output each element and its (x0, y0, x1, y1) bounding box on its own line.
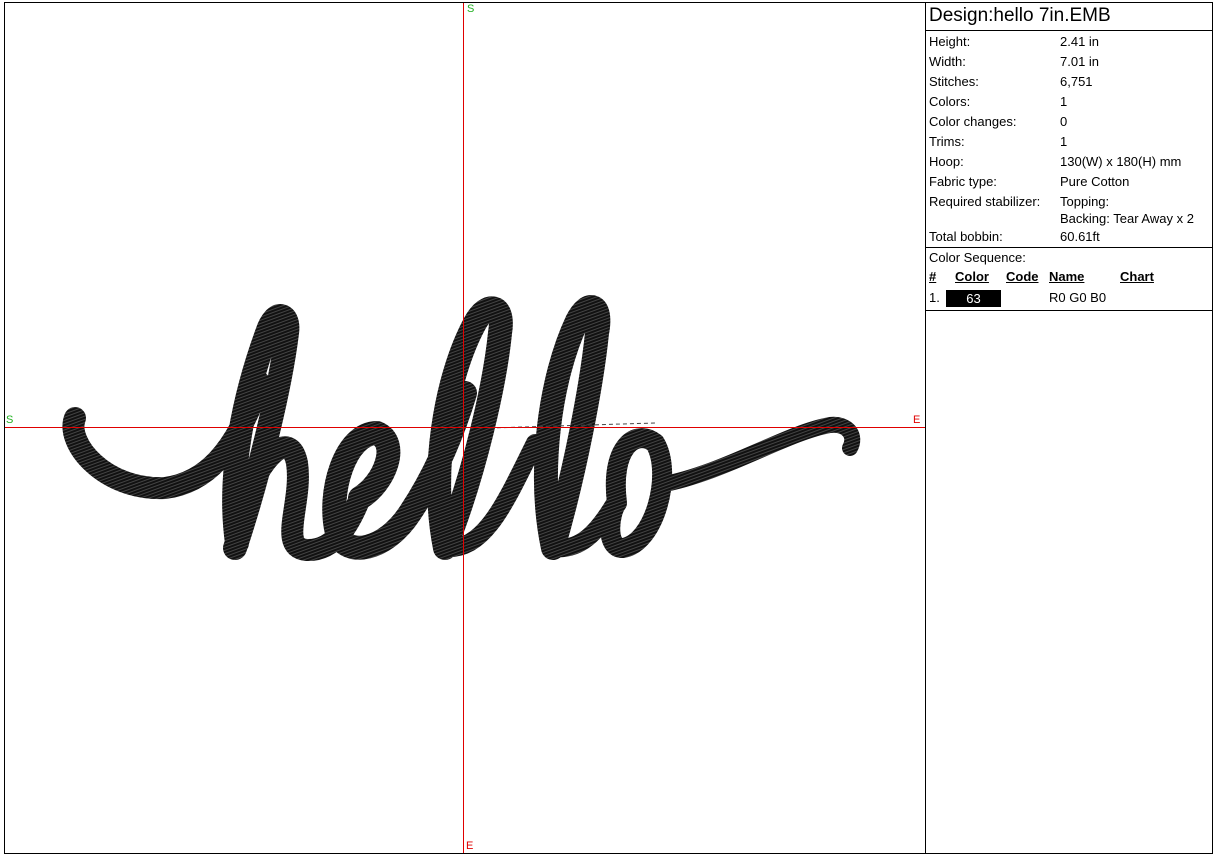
property-row-width: Width: 7.01 in (926, 52, 1212, 72)
property-row-color-changes: Color changes: 0 (926, 112, 1212, 132)
design-title: Design:hello 7in.EMB (926, 3, 1212, 31)
design-canvas: hello S S E E (5, 3, 925, 853)
property-row-stabilizer: Required stabilizer: Topping: Backing: T… (926, 192, 1212, 227)
property-value: 60.61ft (1060, 229, 1100, 244)
property-value: 0 (1060, 114, 1068, 129)
property-label: Hoop: (929, 154, 964, 169)
property-label: Total bobbin: (929, 229, 1003, 244)
property-value: 2.41 in (1060, 34, 1100, 49)
property-value: 1 (1060, 94, 1068, 109)
property-label: Stitches: (929, 74, 979, 89)
property-label: Trims: (929, 134, 965, 149)
property-value: Pure Cotton (1060, 174, 1130, 189)
design-info-panel: Design:hello 7in.EMB Height: 2.41 in Wid… (925, 3, 1212, 853)
property-value: Topping: Backing: Tear Away x 2 (1060, 192, 1212, 227)
property-value: 1 (1060, 134, 1068, 149)
stabilizer-topping: Topping: (1060, 194, 1110, 209)
property-row-fabric-type: Fabric type: Pure Cotton (926, 172, 1212, 192)
property-value: 6,751 (1060, 74, 1093, 89)
color-sequence-header: # Color Code Name Chart (926, 268, 1212, 288)
property-label: Width: (929, 54, 966, 69)
header-code: Code (1006, 269, 1039, 284)
property-row-trims: Trims: 1 (926, 132, 1212, 152)
header-number: # (929, 269, 937, 284)
vertical-center-guide (463, 3, 464, 853)
header-name: Name (1049, 269, 1085, 284)
property-row-colors: Colors: 1 (926, 92, 1212, 112)
property-row-height: Height: 2.41 in (926, 32, 1212, 52)
guide-start-marker-top: S (467, 3, 475, 15)
property-value: 130(W) x 180(H) mm (1060, 154, 1182, 169)
row-color-name: R0 G0 B0 (1049, 290, 1107, 305)
color-sequence: Color Sequence: # Color Code Name Chart … (926, 248, 1212, 311)
color-sequence-row: 1. 63 R0 G0 B0 (926, 288, 1212, 308)
color-sequence-title: Color Sequence: (929, 250, 1026, 265)
header-color: Color (955, 269, 989, 284)
header-chart: Chart (1120, 269, 1154, 284)
property-label: Fabric type: (929, 174, 997, 189)
property-row-hoop: Hoop: 130(W) x 180(H) mm (926, 152, 1212, 172)
property-label: Color changes: (929, 114, 1017, 129)
property-label: Required stabilizer: (929, 194, 1041, 209)
guide-end-marker-right: E (913, 414, 921, 426)
stabilizer-backing: Backing: Tear Away x 2 (1060, 211, 1194, 226)
design-properties: Height: 2.41 in Width: 7.01 in Stitches:… (926, 31, 1212, 248)
print-preview-frame: hello S S E E Design:hello 7in.EMB Heigh… (4, 2, 1213, 854)
property-label: Colors: (929, 94, 971, 109)
horizontal-center-guide (5, 427, 925, 428)
design-preview: hello (62, 295, 861, 561)
color-swatch: 63 (946, 290, 1001, 307)
property-row-stitches: Stitches: 6,751 (926, 72, 1212, 92)
row-number: 1. (929, 290, 940, 305)
property-value: 7.01 in (1060, 54, 1100, 69)
property-label: Height: (929, 34, 971, 49)
guide-start-marker-left: S (6, 414, 14, 426)
property-row-total-bobbin: Total bobbin: 60.61ft (926, 227, 1212, 247)
guide-end-marker-bottom: E (466, 840, 474, 852)
